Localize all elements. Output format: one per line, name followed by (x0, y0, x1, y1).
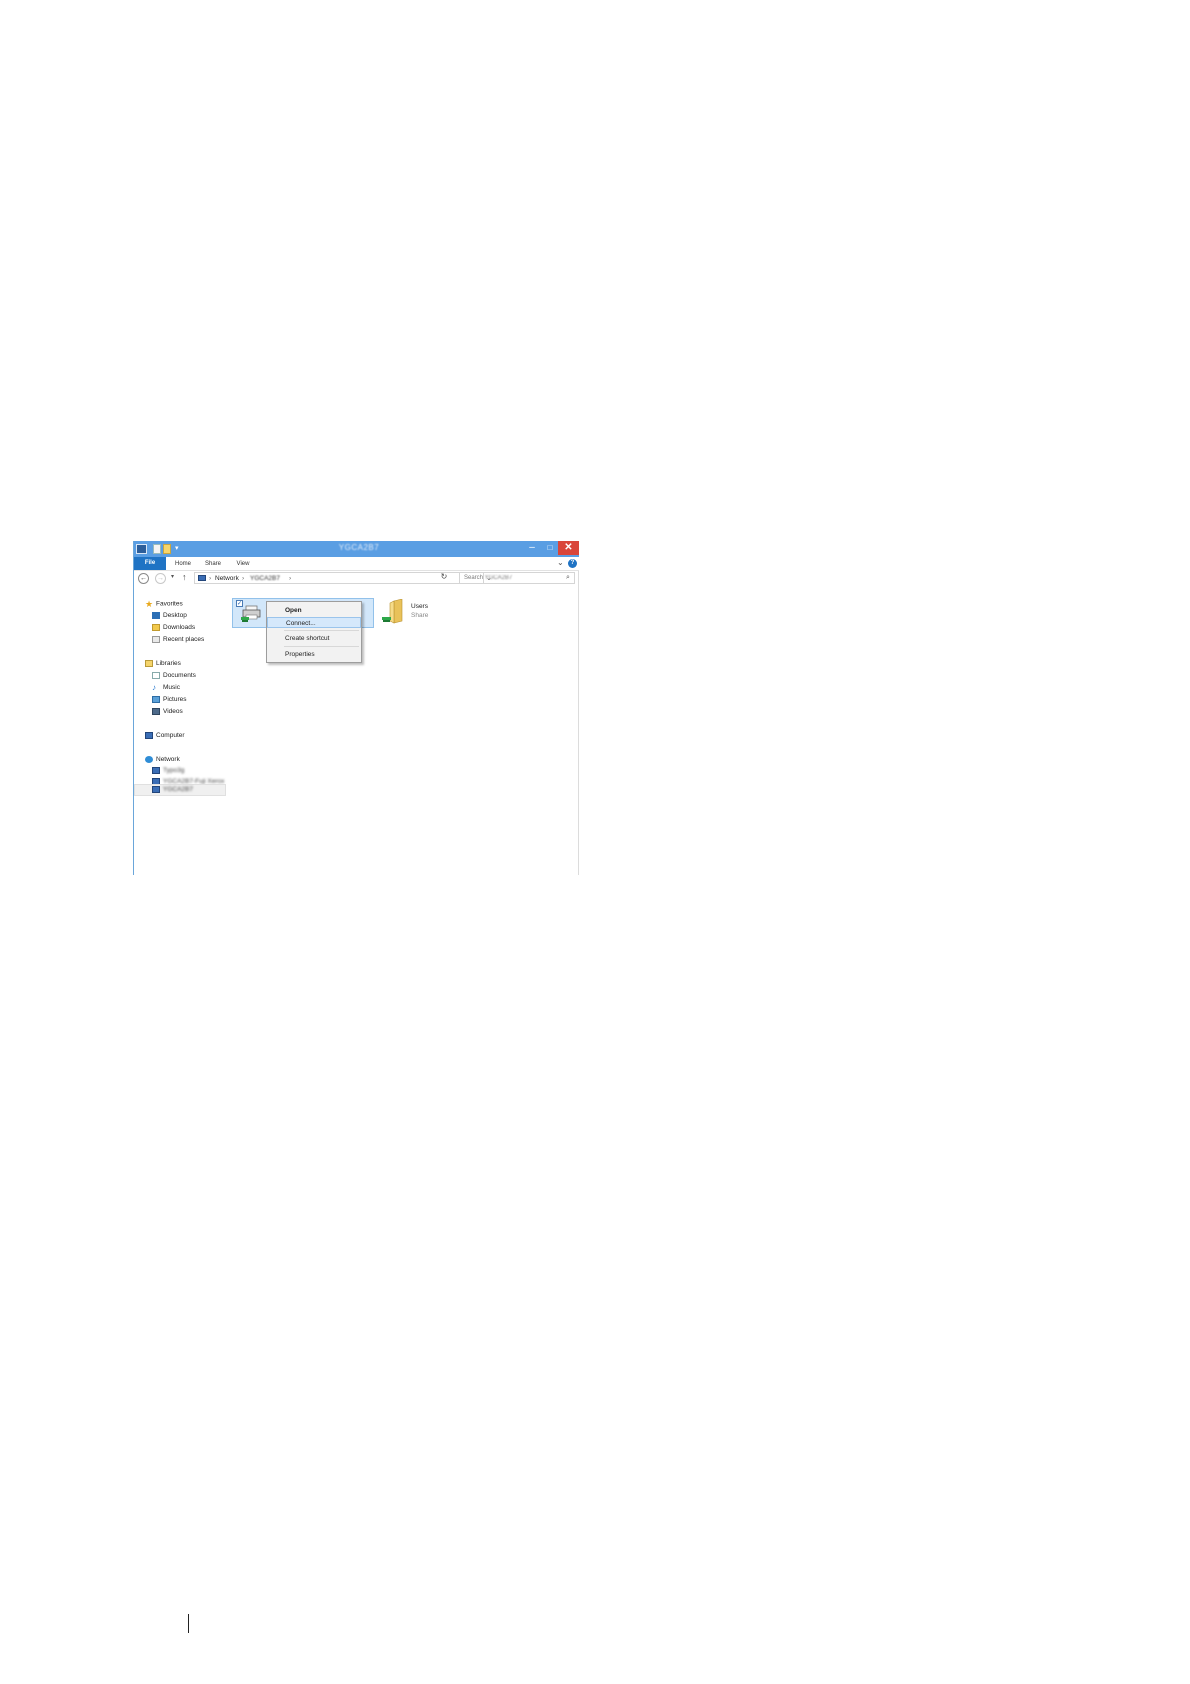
search-icon[interactable]: ⌕ (566, 573, 570, 583)
nav-computer[interactable]: Computer (145, 731, 185, 741)
navigation-bar: ← → ▾ ↑ › Network › YGCA2B7 › ⌄ ↻ Search… (134, 571, 579, 586)
menu-item-connect[interactable]: Connect... (267, 617, 361, 628)
maximize-button[interactable]: □ (542, 541, 558, 555)
computer-icon (198, 575, 206, 581)
nav-network-computer-3[interactable]: YGCA2B7 (152, 785, 193, 795)
back-button[interactable]: ← (138, 573, 149, 584)
computer-icon (145, 731, 153, 739)
nav-pictures-label: Pictures (163, 696, 187, 703)
tab-share[interactable]: Share (202, 558, 224, 570)
nav-music[interactable]: ♪ Music (152, 683, 180, 693)
downloads-icon (152, 623, 160, 631)
tab-file[interactable]: File (134, 557, 166, 570)
nav-videos-label: Videos (163, 708, 183, 715)
tab-home[interactable]: Home (172, 558, 194, 570)
nav-desktop-label: Desktop (163, 612, 187, 619)
page-footer-rule (188, 1614, 189, 1633)
desktop-icon (152, 611, 160, 619)
menu-separator (284, 630, 359, 631)
refresh-icon[interactable]: ↻ (439, 572, 449, 582)
music-note-icon: ♪ (152, 683, 160, 691)
nav-music-label: Music (163, 684, 180, 691)
shared-folder-icon[interactable] (382, 599, 406, 625)
recent-locations-icon[interactable]: ▾ (171, 573, 174, 580)
nav-recent-places[interactable]: Recent places (152, 635, 204, 645)
recent-places-icon (152, 635, 160, 643)
computer-icon (152, 766, 160, 774)
network-icon (145, 755, 153, 763)
menu-separator (284, 646, 359, 647)
star-icon: ★ (145, 599, 154, 609)
search-placeholder: Search (464, 575, 484, 581)
nav-videos[interactable]: Videos (152, 707, 183, 717)
breadcrumb-computer[interactable]: YGCA2B7 (250, 573, 280, 584)
forward-button[interactable]: → (155, 573, 166, 584)
nav-network[interactable]: Network (145, 755, 180, 765)
tab-view[interactable]: View (232, 558, 254, 570)
share-name[interactable]: Users (411, 603, 428, 610)
nav-computer-label: Computer (156, 732, 185, 739)
nav-documents-label: Documents (163, 672, 196, 679)
videos-icon (152, 707, 160, 715)
documents-icon (152, 671, 160, 679)
properties-icon[interactable] (153, 544, 161, 554)
nav-downloads[interactable]: Downloads (152, 623, 195, 633)
nav-network-computer-label: YGCA2B7 (163, 786, 193, 793)
breadcrumb-network[interactable]: Network (215, 573, 239, 584)
nav-network-computer-1[interactable]: Typo3g (152, 766, 184, 776)
nav-documents[interactable]: Documents (152, 671, 196, 681)
pictures-icon (152, 695, 160, 703)
ribbon-tabs: File Home Share View ⌄ ? (134, 557, 579, 571)
explorer-window: ▾ YGCA2B7 – □ ✕ File Home Share View ⌄ ?… (133, 541, 579, 875)
computer-icon (152, 785, 160, 793)
share-description: Share (411, 612, 429, 619)
close-button[interactable]: ✕ (558, 541, 579, 555)
search-scope: YGCA2B7 (484, 575, 513, 581)
quick-access-dropdown-icon[interactable]: ▾ (175, 544, 181, 554)
up-button[interactable]: ↑ (182, 572, 187, 582)
help-icon[interactable]: ? (568, 559, 577, 568)
menu-item-open[interactable]: Open (267, 605, 361, 616)
nav-recent-places-label: Recent places (163, 636, 205, 643)
new-folder-icon[interactable] (163, 544, 171, 554)
nav-network-computer-label: Typo3g (163, 767, 185, 774)
nav-downloads-label: Downloads (163, 624, 196, 631)
nav-network-label: Network (156, 756, 180, 763)
libraries-icon (145, 659, 153, 667)
minimize-button[interactable]: – (524, 541, 540, 555)
shared-printer-icon[interactable] (241, 603, 263, 623)
nav-desktop[interactable]: Desktop (152, 611, 187, 621)
menu-item-create-shortcut[interactable]: Create shortcut (267, 633, 361, 644)
breadcrumb-separator[interactable]: › (242, 573, 244, 584)
context-menu: Open Connect... Create shortcut Properti… (266, 601, 362, 663)
breadcrumb-separator[interactable]: › (289, 573, 291, 584)
nav-favorites-label: Favorites (156, 600, 183, 608)
breadcrumb-separator[interactable]: › (209, 573, 211, 584)
nav-pictures[interactable]: Pictures (152, 695, 186, 705)
app-menu-icon[interactable] (136, 544, 147, 554)
title-bar[interactable]: ▾ YGCA2B7 – □ ✕ (134, 541, 579, 557)
nav-favorites[interactable]: ★ Favorites (145, 599, 183, 609)
menu-item-properties[interactable]: Properties (267, 649, 361, 660)
search-input[interactable]: Search YGCA2B7 ⌕ (459, 572, 575, 584)
nav-libraries-label: Libraries (156, 660, 181, 667)
expand-ribbon-icon[interactable]: ⌄ (557, 558, 564, 567)
navigation-pane: ★ Favorites Desktop Downloads Recent plac… (134, 599, 226, 799)
nav-libraries[interactable]: Libraries (145, 659, 181, 669)
window-title: YGCA2B7 (338, 543, 380, 552)
